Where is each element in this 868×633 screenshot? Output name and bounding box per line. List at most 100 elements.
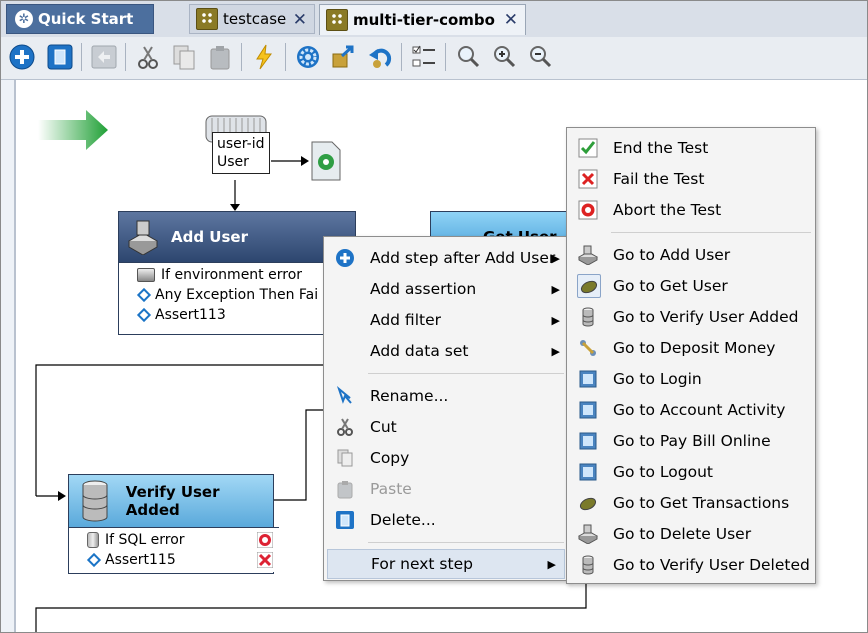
submenu-item-label: Go to Delete User — [613, 525, 752, 543]
menu-item-delete[interactable]: Delete... — [324, 506, 568, 534]
assertion-row[interactable]: Any Exception Then Fai — [123, 285, 355, 305]
test-case-icon — [196, 8, 218, 30]
submenu-item-go-to-delete-user[interactable]: Go to Delete User — [567, 520, 815, 548]
submenu-item-go-to-login[interactable]: Go to Login — [567, 365, 815, 393]
toolbar-separator — [285, 43, 286, 71]
submenu-arrow-icon: ▶ — [551, 313, 560, 327]
tab-multi-tier-combo[interactable]: multi-tier-combo ✕ — [319, 4, 526, 35]
menu-item-label: For next step — [371, 555, 473, 573]
tab-testcase[interactable]: testcase ✕ — [189, 4, 315, 34]
tab-quick-start[interactable]: ✲ Quick Start — [6, 4, 154, 34]
server-icon — [127, 220, 159, 255]
assertion-icon — [136, 307, 152, 323]
abort-icon — [257, 532, 273, 548]
menu-item-for-next-step[interactable]: For next step ▶ — [327, 549, 565, 579]
zoom-out-icon — [530, 46, 552, 68]
add-step-button[interactable] — [7, 42, 37, 72]
submenu-item-label: Go to Account Activity — [613, 401, 786, 419]
copy-button[interactable] — [169, 42, 199, 72]
export-icon — [332, 45, 354, 68]
submenu-item-go-to-get-user[interactable]: Go to Get User — [567, 272, 815, 300]
database-icon — [582, 307, 594, 327]
assertion-icon — [86, 552, 102, 568]
menu-item-add-step[interactable]: Add step after Add User ▶ — [324, 244, 568, 272]
close-icon[interactable]: ✕ — [504, 10, 518, 30]
submenu-item-go-to-verify-user-added[interactable]: Go to Verify User Added — [567, 303, 815, 331]
submenu-item-label: Abort the Test — [613, 201, 722, 219]
submenu-item-go-to-verify-user-deleted[interactable]: Go to Verify User Deleted — [567, 551, 815, 579]
submenu-item-label: Go to Verify User Added — [613, 308, 799, 326]
server-icon — [577, 524, 599, 544]
zoom-out-button[interactable] — [525, 42, 555, 72]
export-button[interactable] — [329, 42, 359, 72]
step-node-verify-user-added[interactable]: Verify User Added If SQL error Assert115 — [68, 474, 279, 574]
web-page-icon — [579, 370, 597, 388]
menu-item-paste[interactable]: Paste — [324, 475, 568, 503]
delete-icon — [336, 511, 354, 529]
fail-icon — [578, 169, 598, 189]
property-box[interactable]: user-id User — [212, 132, 270, 174]
submenu-item-abort-test[interactable]: Abort the Test — [567, 196, 815, 224]
assertion-label: Assert113 — [155, 307, 226, 323]
submenu-item-go-to-logout[interactable]: Go to Logout — [567, 458, 815, 486]
submenu-item-go-to-add-user[interactable]: Go to Add User — [567, 241, 815, 269]
cut-icon — [337, 418, 353, 436]
menu-item-label: Delete... — [370, 511, 436, 529]
menu-item-label: Paste — [370, 480, 412, 498]
paste-button[interactable] — [205, 42, 235, 72]
database-icon — [87, 532, 99, 548]
submenu-item-label: Go to Get User — [613, 277, 728, 295]
assertion-icon — [136, 287, 152, 303]
run-button[interactable] — [249, 42, 279, 72]
database-icon — [82, 480, 108, 522]
step-header: Verify User Added — [69, 475, 273, 527]
revert-button[interactable] — [365, 42, 395, 72]
zoom-in-button[interactable] — [489, 42, 519, 72]
zoom-icon — [458, 46, 480, 68]
rename-icon — [336, 386, 352, 404]
submenu-item-go-to-pay-bill-online[interactable]: Go to Pay Bill Online — [567, 427, 815, 455]
server-icon — [137, 268, 155, 282]
submenu-item-fail-test[interactable]: Fail the Test — [567, 165, 815, 193]
back-icon — [91, 45, 117, 69]
toolbar-separator — [241, 43, 242, 71]
step-title: Add User — [171, 228, 248, 246]
back-button[interactable] — [89, 42, 119, 72]
tab-label: multi-tier-combo — [353, 11, 495, 29]
submenu-arrow-icon: ▶ — [547, 557, 556, 571]
step-node-add-user[interactable]: Add User If environment error Any Except… — [118, 211, 356, 335]
event-row[interactable]: If environment error — [123, 265, 355, 285]
event-label: If environment error — [161, 267, 303, 283]
close-icon[interactable]: ✕ — [293, 10, 307, 30]
cut-icon — [138, 46, 158, 69]
menu-item-add-filter[interactable]: Add filter ▶ — [324, 306, 568, 334]
settings-button[interactable] — [293, 42, 323, 72]
toolbar — [1, 37, 867, 80]
submenu-item-go-to-get-transactions[interactable]: Go to Get Transactions — [567, 489, 815, 517]
submenu-item-label: Go to Logout — [613, 463, 713, 481]
submenu-item-label: Fail the Test — [613, 170, 705, 188]
delete-button[interactable] — [45, 42, 75, 72]
menu-item-add-assertion[interactable]: Add assertion ▶ — [324, 275, 568, 303]
menu-item-rename[interactable]: Rename... — [324, 382, 568, 410]
submenu-item-label: Go to Add User — [613, 246, 731, 264]
menu-item-cut[interactable]: Cut — [324, 413, 568, 441]
menu-item-label: Add step after Add User — [370, 249, 556, 267]
paste-icon — [337, 481, 353, 499]
assertion-row[interactable]: Assert113 — [123, 305, 355, 325]
event-label: If SQL error — [105, 532, 185, 548]
menu-separator — [611, 232, 811, 233]
event-row[interactable]: If SQL error — [73, 530, 279, 550]
menu-item-add-data-set[interactable]: Add data set ▶ — [324, 337, 568, 365]
menu-item-copy[interactable]: Copy — [324, 444, 568, 472]
submenu-item-go-to-deposit-money[interactable]: Go to Deposit Money — [567, 334, 815, 362]
submenu-item-label: Go to Verify User Deleted — [613, 556, 810, 574]
assertion-row[interactable]: Assert115 — [73, 550, 279, 570]
properties-button[interactable] — [409, 42, 439, 72]
submenu-item-end-test[interactable]: End the Test — [567, 134, 815, 162]
database-icon — [582, 555, 594, 575]
submenu-item-go-to-account-activity[interactable]: Go to Account Activity — [567, 396, 815, 424]
zoom-button[interactable] — [453, 42, 483, 72]
submenu-item-label: Go to Get Transactions — [613, 494, 790, 512]
cut-button[interactable] — [133, 42, 163, 72]
